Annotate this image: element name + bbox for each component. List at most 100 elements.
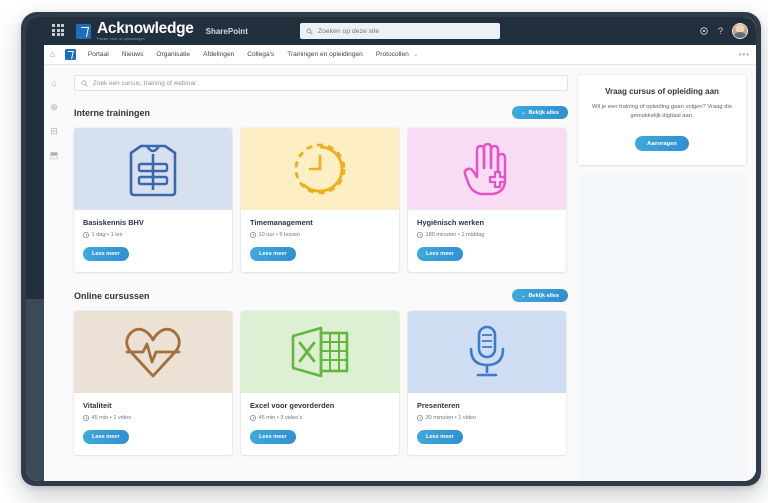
card-meta-text: 10 uur • 5 lessen <box>258 232 301 238</box>
sharepoint-app: Acknowledge Passie voor ict oplossingen … <box>44 17 756 481</box>
card-body: Excel voor gevorderden 45 min • 3 video'… <box>241 393 399 455</box>
course-card-vitaliteit[interactable]: Vitaliteit 45 min • 1 video Lees meer <box>74 311 232 455</box>
nav-item-protocollen[interactable]: Protocollen ⌄ <box>376 51 418 58</box>
view-all-button-interne-trainingen[interactable]: ⌄ Bekijk alles <box>512 106 568 119</box>
card-meta: 45 min • 3 video's <box>250 415 390 421</box>
side-panel-empty-area <box>578 173 746 481</box>
course-card-hygienisch-werken[interactable]: Hygiënisch werken 180 minuten • 1 middag… <box>408 128 566 272</box>
card-meta-text: 45 min • 1 video <box>91 415 132 421</box>
card-row-online-cursussen: Vitaliteit 45 min • 1 video Lees meer Ex… <box>74 311 568 455</box>
clock-icon <box>294 143 346 195</box>
excel-spreadsheet-icon <box>291 326 349 378</box>
card-meta: 1 dag • 1 les <box>83 232 223 238</box>
left-icon-rail: ⌂ ⊕ ⊟ ⬒ <box>44 65 64 481</box>
card-title: Vitaliteit <box>83 401 112 410</box>
card-title: Presenteren <box>417 401 460 410</box>
brand-name: Acknowledge <box>97 19 194 37</box>
card-row-interne-trainingen: Basiskennis BHV 1 dag • 1 les Lees meer <box>74 128 568 272</box>
view-all-button-online-cursussen[interactable]: ⌄ Bekijk alles <box>512 289 568 302</box>
card-media <box>408 311 566 393</box>
tablet-device-frame: Acknowledge Passie voor ict oplossingen … <box>21 12 761 486</box>
card-body: Vitaliteit 45 min • 1 video Lees meer <box>74 393 232 455</box>
site-logo-icon[interactable] <box>64 49 76 60</box>
nav-item-organisatie[interactable]: Organisatie <box>156 51 190 58</box>
glove-hand-cross-icon <box>463 142 507 196</box>
tablet-screen: Acknowledge Passie voor ict oplossingen … <box>26 17 756 481</box>
nav-item-nieuws[interactable]: Nieuws <box>122 51 144 58</box>
waffle-grid-icon[interactable] <box>52 24 66 38</box>
card-title: Hygiënisch werken <box>417 218 484 227</box>
side-column: Vraag cursus of opleiding aan Wil je een… <box>578 75 746 481</box>
device-left-rail-notch <box>26 17 44 299</box>
suite-bar-actions: ? <box>699 23 748 39</box>
read-more-button[interactable]: Lees meer <box>83 247 129 261</box>
document-icon[interactable]: ⬒ <box>50 151 59 160</box>
read-more-button[interactable]: Lees meer <box>417 430 463 444</box>
card-meta-text: 30 minuten • 1 video <box>425 415 477 421</box>
card-body: Basiskennis BHV 1 dag • 1 les Lees meer <box>74 210 232 272</box>
clock-icon <box>417 415 423 421</box>
card-title: Excel voor gevorderden <box>250 401 335 410</box>
safety-vest-icon <box>129 144 177 197</box>
course-card-basiskennis-bhv[interactable]: Basiskennis BHV 1 dag • 1 les Lees meer <box>74 128 232 272</box>
section-title: Online cursussen <box>74 290 150 301</box>
section-title: Interne trainingen <box>74 107 151 118</box>
clock-icon <box>250 232 256 238</box>
gear-icon[interactable] <box>699 26 709 36</box>
clock-icon <box>417 232 423 238</box>
nav-item-afdelingen[interactable]: Afdelingen <box>203 51 234 58</box>
brand-tagline: Passie voor ict oplossingen <box>97 36 145 41</box>
view-all-label: Bekijk alles <box>528 292 559 299</box>
card-media <box>408 128 566 210</box>
read-more-button[interactable]: Lees meer <box>250 430 296 444</box>
panel-title: Vraag cursus of opleiding aan <box>605 87 719 96</box>
course-card-presenteren[interactable]: Presenteren 30 minuten • 1 video Lees me… <box>408 311 566 455</box>
search-input[interactable]: Zoeken op deze site <box>300 23 500 39</box>
search-icon <box>306 28 313 35</box>
globe-icon[interactable]: ⊕ <box>50 103 58 112</box>
request-button[interactable]: Aanvragen <box>635 136 689 152</box>
card-media <box>241 128 399 210</box>
briefcase-icon[interactable]: ⊟ <box>50 127 58 136</box>
card-meta: 10 uur • 5 lessen <box>250 232 390 238</box>
product-name: SharePoint <box>205 26 248 36</box>
card-meta: 180 minuten • 1 middag <box>417 232 557 238</box>
acknowledge-logo-icon <box>76 23 91 39</box>
card-media <box>241 311 399 393</box>
read-more-button[interactable]: Lees meer <box>83 430 129 444</box>
card-title: Basiskennis BHV <box>83 218 144 227</box>
course-card-timemanagement[interactable]: Timemanagement 10 uur • 5 lessen Lees me… <box>241 128 399 272</box>
course-search-input[interactable]: Zoek een cursus, training of webinar <box>74 75 568 91</box>
brand-logo[interactable]: Acknowledge Passie voor ict oplossingen <box>76 21 194 41</box>
section-header-interne-trainingen: Interne trainingen ⌄ Bekijk alles <box>74 106 568 119</box>
card-meta: 30 minuten • 1 video <box>417 415 557 421</box>
chevron-down-icon: ⌄ <box>413 52 418 58</box>
read-more-button[interactable]: Lees meer <box>250 247 296 261</box>
course-card-excel-voor-gevorderden[interactable]: Excel voor gevorderden 45 min • 3 video'… <box>241 311 399 455</box>
read-more-button[interactable]: Lees meer <box>417 247 463 261</box>
nav-item-trainingen-en-opleidingen[interactable]: Trainingen en opleidingen <box>287 51 363 58</box>
heart-pulse-icon <box>125 327 181 378</box>
home-icon[interactable]: ⌂ <box>50 50 55 59</box>
card-body: Timemanagement 10 uur • 5 lessen Lees me… <box>241 210 399 272</box>
panel-text: Wil je een training of opleiding gaan vo… <box>592 104 732 120</box>
site-navigation: ⌂ Portaal Nieuws Organisatie Afdelingen … <box>44 45 756 65</box>
device-left-rail <box>26 17 44 481</box>
card-body: Presenteren 30 minuten • 1 video Lees me… <box>408 393 566 455</box>
search-icon <box>81 80 88 87</box>
user-avatar[interactable] <box>732 23 748 39</box>
chevron-down-icon: ⌄ <box>521 292 526 299</box>
nav-overflow-button[interactable]: ••• <box>739 50 750 59</box>
nav-item-collegas[interactable]: Collega's <box>247 51 274 58</box>
card-media <box>74 128 232 210</box>
nav-item-portaal[interactable]: Portaal <box>88 51 109 58</box>
card-media <box>74 311 232 393</box>
main-column: Zoek een cursus, training of webinar Int… <box>74 75 568 481</box>
help-question-icon[interactable]: ? <box>718 26 723 36</box>
home-icon[interactable]: ⌂ <box>51 79 56 88</box>
card-meta-text: 45 min • 3 video's <box>258 415 303 421</box>
search-placeholder: Zoeken op deze site <box>318 27 380 35</box>
card-meta-text: 1 dag • 1 les <box>91 232 123 238</box>
suite-bar: Acknowledge Passie voor ict oplossingen … <box>44 17 756 45</box>
